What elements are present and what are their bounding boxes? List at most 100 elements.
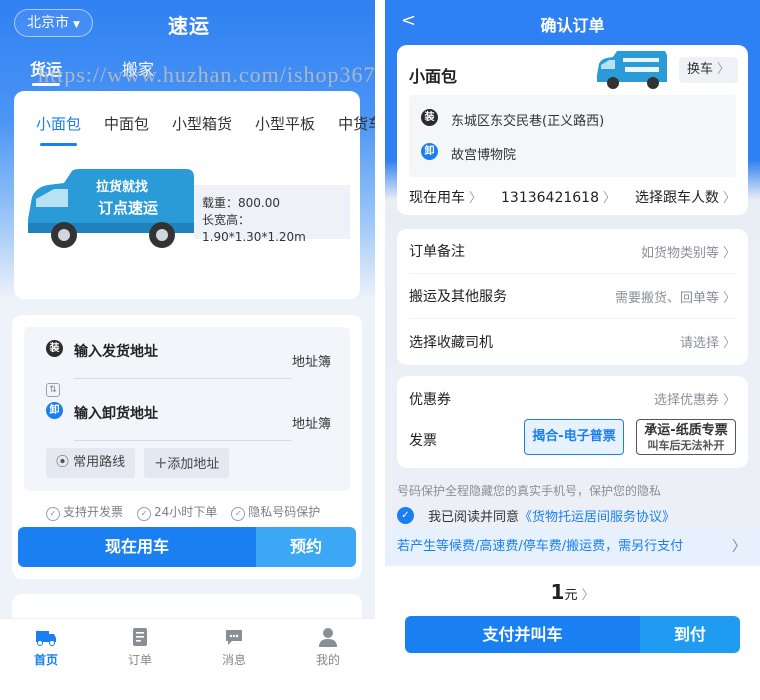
chevron-right-icon: 〉 — [732, 539, 746, 555]
divider — [74, 378, 292, 379]
swap-icon[interactable]: ⇅ — [46, 383, 60, 397]
load-badge-icon: 装 — [46, 340, 63, 357]
price-display[interactable]: 1元〉 — [385, 580, 760, 604]
tab-orders[interactable]: 订单 — [110, 627, 170, 668]
tab-messages[interactable]: 消息 — [204, 627, 264, 668]
pay-and-call-button[interactable]: 支付并叫车 — [405, 616, 640, 653]
home-screen: 北京市 ▼ 速运 货运 搬家 小面包 中面包 小型箱货 小型平板 中货车 拉货就找 — [0, 0, 375, 700]
invoice-paper-option[interactable]: 承运-纸质专票 叫车后无法补开 — [636, 419, 736, 455]
plus-icon: + — [154, 453, 168, 472]
order-buttons: 现在用车 预约 — [18, 527, 356, 567]
payment-area: 1元〉 支付并叫车 到付 — [385, 566, 760, 700]
invoice-electronic-option[interactable]: 揭合-电子普票 — [524, 419, 624, 455]
agreement-row: ✓ 我已阅读并同意 《货物托运居间服务协议》 — [397, 506, 675, 525]
agree-prefix: 我已阅读并同意 — [428, 510, 520, 525]
agreement-link[interactable]: 《货物托运居间服务协议》 — [519, 506, 675, 525]
phone-label: 13136421618 — [501, 190, 599, 206]
chevron-right-icon: 〉 — [722, 336, 736, 351]
service-tabs: 货运 搬家 — [30, 56, 154, 86]
from-address[interactable]: 东城区东交民巷(正义路西) — [451, 110, 604, 129]
tab-home[interactable]: 首页 — [16, 627, 76, 668]
from-address-input[interactable]: 输入发货地址 — [74, 341, 158, 361]
add-address-label: 添加地址 — [167, 457, 220, 472]
price-value: 1 — [550, 580, 565, 604]
followers-selector[interactable]: 选择跟车人数〉 — [635, 187, 736, 207]
options-card: 订单备注 如货物类别等〉 搬运及其他服务 需要搬货、回单等〉 选择收藏司机 请选… — [397, 229, 748, 365]
chevron-right-icon: 〉 — [469, 191, 483, 206]
tab-moving[interactable]: 搬家 — [122, 56, 154, 80]
tab-profile[interactable]: 我的 — [298, 627, 358, 668]
change-car-label: 换车 — [687, 62, 714, 77]
bottom-tabbar: 首页 订单 消息 我的 — [0, 618, 375, 700]
vehicle-tab-medium-van[interactable]: 中面包 — [104, 113, 149, 134]
tab-home-label: 首页 — [33, 653, 58, 667]
screenshot-root: 北京市 ▼ 速运 货运 搬家 小面包 中面包 小型箱货 小型平板 中货车 拉货就找 — [0, 0, 760, 700]
to-address[interactable]: 故宫博物院 — [451, 144, 516, 163]
coupon-row[interactable]: 优惠券 选择优惠券〉 — [409, 376, 736, 421]
vehicle-tab-medium-truck[interactable]: 中货车 — [338, 113, 375, 134]
pay-buttons: 支付并叫车 到付 — [405, 616, 740, 653]
vehicle-card: 小面包 中面包 小型箱货 小型平板 中货车 拉货就找 订点速运 载重：800.0… — [14, 91, 375, 299]
invoice-paper-sub: 叫车后无法补开 — [647, 439, 725, 452]
spec-size: 长宽高：1.90*1.30*1.20m — [202, 213, 306, 244]
tab-freight[interactable]: 货运 — [30, 56, 62, 86]
add-address-button[interactable]: +添加地址 — [144, 448, 230, 478]
address-book-to[interactable]: 地址簿 — [292, 413, 331, 432]
van-slogan-2: 订点速运 — [98, 199, 158, 217]
common-routes-button[interactable]: ⦿ 常用路线 — [46, 448, 136, 478]
phone-selector[interactable]: 13136421618 〉 — [501, 187, 616, 207]
followers-label: 选择跟车人数 — [634, 190, 719, 206]
invoice-label: 发票 — [409, 433, 437, 449]
chevron-right-icon: 〉 — [722, 290, 736, 306]
extra-services-row[interactable]: 搬运及其他服务 需要搬货、回单等〉 — [409, 274, 736, 319]
chevron-right-icon: 〉 — [602, 191, 616, 206]
route-box: 装 东城区东交民巷(正义路西) 卸 故宫博物院 — [409, 95, 736, 177]
order-meta-row: 现在用车〉 13136421618 〉 选择跟车人数〉 — [409, 187, 736, 207]
brand-title: 速运 — [168, 14, 210, 38]
city-selector[interactable]: 北京市 ▼ — [14, 9, 93, 37]
checkbox-checked-icon[interactable]: ✓ — [397, 507, 414, 524]
chevron-right-icon: 〉 — [722, 393, 736, 408]
truck-icon — [36, 631, 56, 646]
reserve-button[interactable]: 预约 — [256, 527, 356, 567]
order-summary-card: 小面包 换车〉 装 东城区东交民巷(正义路西) 卸 故宫博物院 现在用车〉 13… — [397, 45, 748, 215]
vehicle-tab-small-flatbed[interactable]: 小型平板 — [255, 113, 315, 134]
favorite-driver-row[interactable]: 选择收藏司机 请选择〉 — [409, 319, 736, 364]
chevron-right-icon: 〉 — [722, 245, 736, 261]
notice-text: 若产生等候费/高速费/停车费/搬运费，需另行支付 — [397, 539, 684, 554]
chevron-right-icon: 〉 — [581, 588, 595, 603]
address-card: 装 输入发货地址 地址簿 ⇅ 卸 输入卸货地址 地址簿 ⦿ 常用路线 +添加地址… — [12, 315, 362, 579]
user-icon — [319, 628, 337, 647]
vehicle-tab-small-box[interactable]: 小型箱货 — [172, 113, 232, 134]
order-remark-row[interactable]: 订单备注 如货物类别等〉 — [409, 229, 736, 274]
use-now-button[interactable]: 现在用车 — [18, 527, 256, 567]
chevron-down-icon: ▼ — [73, 20, 80, 30]
pay-on-delivery-button[interactable]: 到付 — [640, 616, 740, 653]
vehicle-name: 小面包 — [409, 67, 458, 86]
tab-messages-label: 消息 — [221, 653, 246, 667]
spec-load: 载重：800.00 — [202, 196, 280, 210]
coupon-invoice-card: 优惠券 选择优惠券〉 发票 揭合-电子普票 承运-纸质专票 叫车后无法补开 — [397, 376, 748, 468]
location-pin-icon: ⦿ — [56, 455, 70, 470]
city-label: 北京市 — [27, 15, 69, 31]
use-time-selector[interactable]: 现在用车〉 — [409, 187, 482, 207]
privacy-note: 号码保护全程隐藏您的真实手机号，保护您的隐私 — [397, 484, 662, 498]
price-unit: 元 — [564, 588, 578, 603]
feature-list: 支持开发票 24小时下单 隐私号码保护 — [46, 503, 320, 521]
to-address-input[interactable]: 输入卸货地址 — [74, 403, 158, 423]
confirm-order-screen: < 确认订单 小面包 换车〉 装 东城区东交民巷(正义路西) 卸 故宫博物院 现… — [385, 0, 760, 700]
page-title: 确认订单 — [540, 16, 605, 35]
extra-fee-notice[interactable]: 若产生等候费/高速费/停车费/搬运费，需另行支付 〉 — [385, 528, 760, 566]
van-thumbnail — [597, 51, 667, 89]
invoice-paper-label: 承运-纸质专票 — [644, 423, 728, 438]
feature-privacy: 隐私号码保护 — [231, 503, 320, 521]
use-time-label: 现在用车 — [409, 190, 465, 206]
change-car-button[interactable]: 换车〉 — [679, 57, 739, 83]
address-book-from[interactable]: 地址簿 — [292, 351, 331, 370]
van-slogan-1: 拉货就找 — [96, 179, 148, 195]
divider — [74, 440, 292, 441]
vehicle-tab-small-van[interactable]: 小面包 — [36, 113, 81, 146]
vehicle-tabs: 小面包 中面包 小型箱货 小型平板 中货车 — [36, 113, 375, 146]
feature-invoice: 支持开发票 — [46, 503, 123, 521]
driver-value: 请选择 — [679, 336, 719, 351]
